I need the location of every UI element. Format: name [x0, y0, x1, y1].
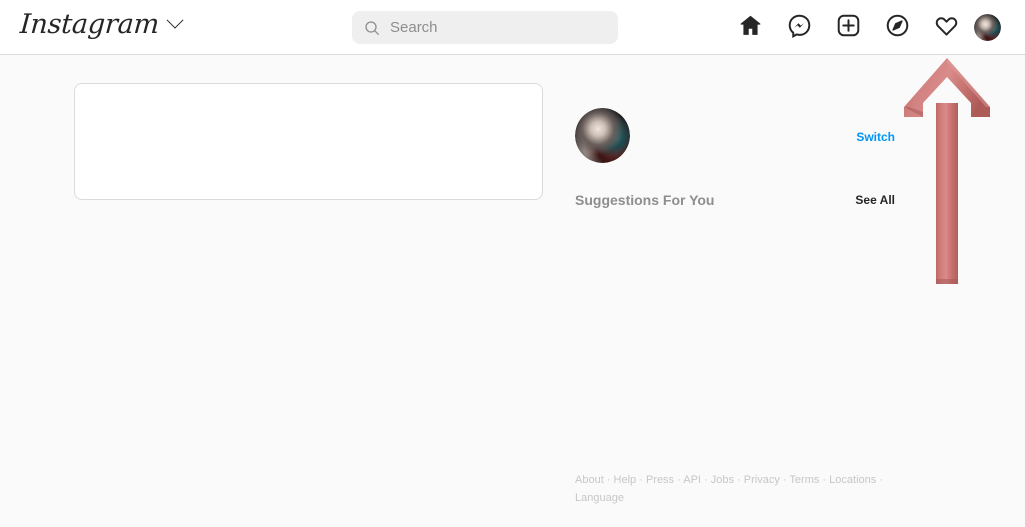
search-input[interactable] — [390, 19, 606, 36]
footer-separator: · — [876, 474, 883, 486]
account-row: Switch — [575, 108, 895, 164]
brand-logo-group[interactable]: Instagram — [19, 8, 184, 42]
footer-link-press[interactable]: Press — [646, 474, 674, 486]
compass-icon — [885, 13, 910, 43]
home-icon — [738, 13, 763, 43]
instagram-wordmark[interactable]: Instagram — [19, 8, 160, 42]
annotation-arrow-up-icon — [901, 55, 993, 287]
search-box[interactable] — [352, 11, 618, 44]
top-navigation-bar: Instagram — [0, 0, 1025, 55]
messenger-button[interactable] — [786, 13, 812, 43]
chevron-down-icon[interactable] — [166, 11, 184, 29]
footer-link-jobs[interactable]: Jobs — [711, 474, 734, 486]
home-button[interactable] — [737, 15, 763, 41]
footer-link-privacy[interactable]: Privacy — [744, 474, 780, 486]
footer-link-language[interactable]: Language — [575, 492, 624, 504]
messenger-icon — [787, 13, 812, 43]
footer-links: About · Help · Press · API · Jobs · Priv… — [575, 471, 895, 507]
nav-icon-group — [737, 0, 959, 55]
footer-link-about[interactable]: About — [575, 474, 604, 486]
switch-account-button[interactable]: Switch — [856, 130, 895, 144]
footer-link-terms[interactable]: Terms — [789, 474, 819, 486]
suggestions-header: Suggestions For You See All — [575, 190, 895, 210]
profile-avatar-button[interactable] — [974, 14, 1001, 41]
feed-card — [74, 83, 543, 200]
new-post-button[interactable] — [835, 13, 861, 43]
see-all-button[interactable]: See All — [855, 191, 895, 209]
footer-link-locations[interactable]: Locations — [829, 474, 876, 486]
footer-separator: · — [779, 474, 790, 486]
suggestions-title: Suggestions For You — [575, 192, 715, 208]
sidebar: Switch Suggestions For You See All — [575, 108, 895, 210]
footer-separator: · — [700, 474, 711, 486]
avatar — [575, 108, 630, 163]
footer-link-help[interactable]: Help — [614, 474, 637, 486]
footer-separator: · — [603, 474, 614, 486]
search-icon — [364, 20, 380, 36]
account-avatar[interactable] — [575, 108, 630, 163]
footer-separator: · — [734, 474, 744, 486]
explore-button[interactable] — [884, 13, 910, 43]
footer-separator: · — [819, 474, 830, 486]
avatar — [974, 14, 1001, 41]
footer-separator: · — [636, 474, 646, 486]
plus-square-icon — [836, 13, 861, 43]
footer-link-api[interactable]: API — [683, 474, 701, 486]
heart-icon — [934, 13, 959, 43]
activity-button[interactable] — [933, 15, 959, 41]
footer-separator: · — [674, 474, 684, 486]
